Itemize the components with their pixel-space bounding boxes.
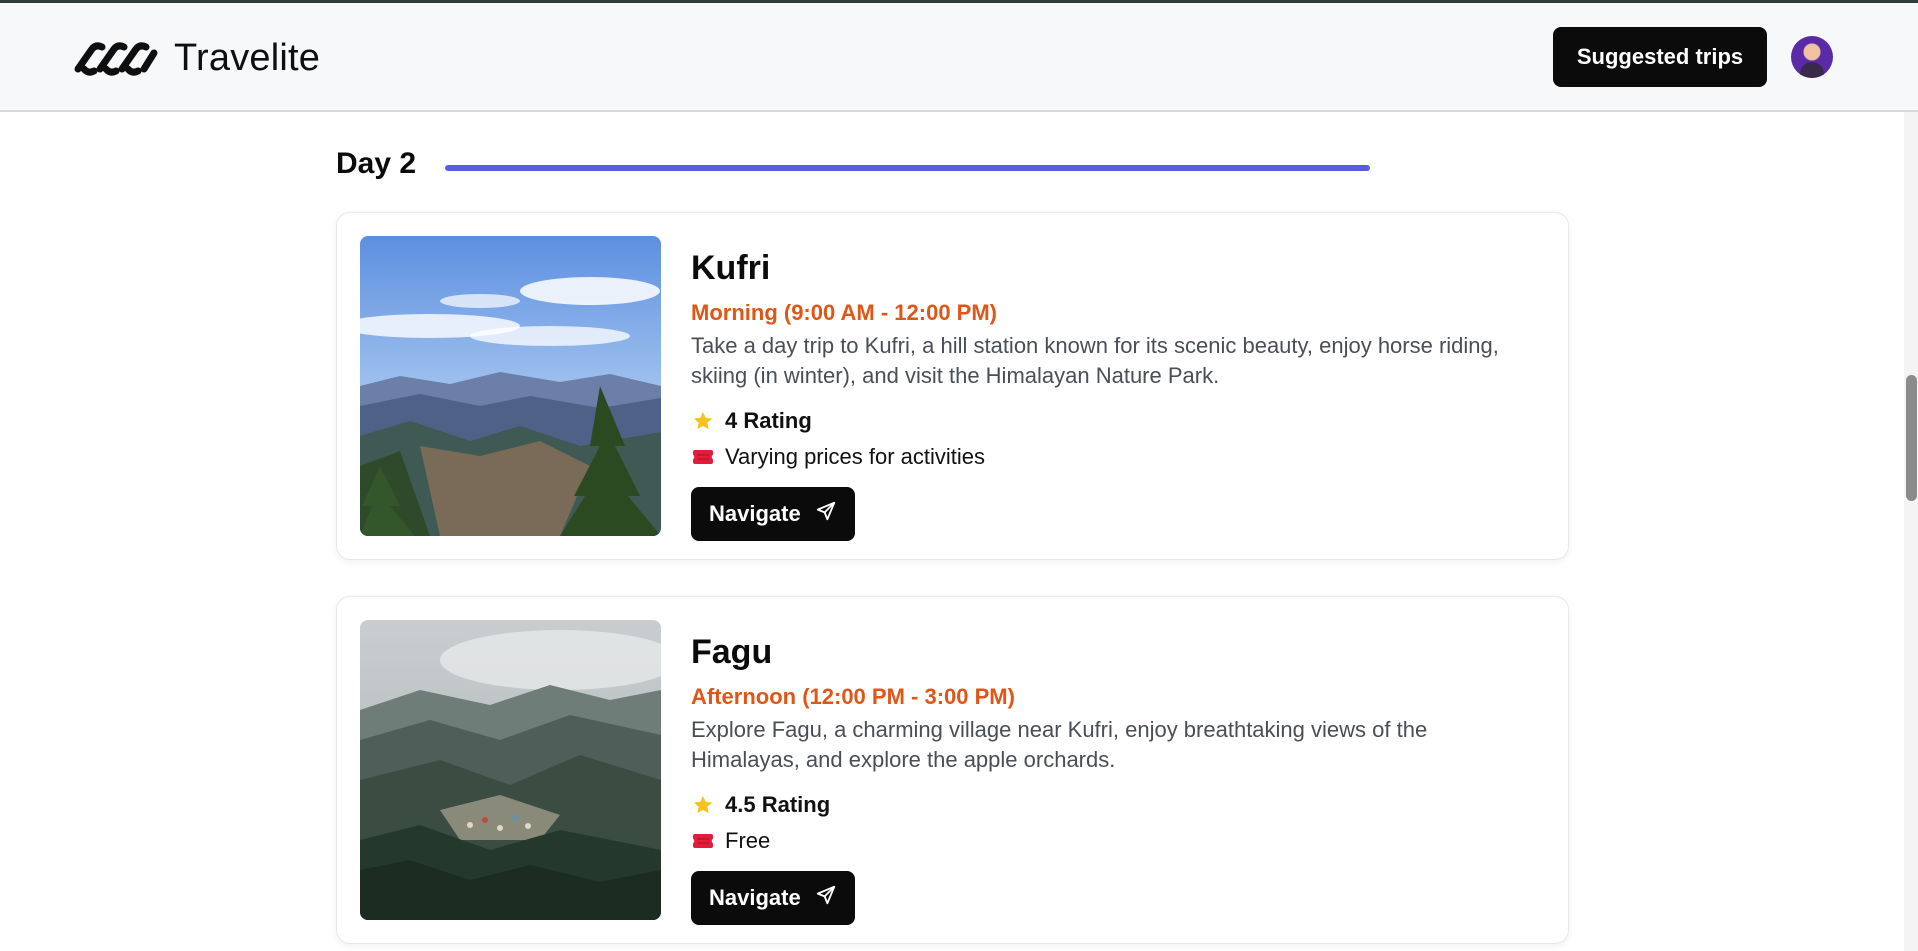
price-row: Varying prices for activities [691, 439, 1511, 475]
price-text: Free [725, 828, 771, 853]
star-icon [691, 409, 715, 433]
rating-text: 4 Rating [725, 408, 812, 433]
time-slot: Morning (9:00 AM - 12:00 PM) [691, 300, 997, 325]
place-name: Kufri [691, 249, 771, 287]
place-image [360, 620, 661, 920]
navigate-label: Navigate [709, 501, 801, 526]
brand-logo[interactable]: Travelite [70, 37, 320, 80]
brand-name: Travelite [174, 37, 321, 79]
price-row: Free [691, 823, 1511, 859]
navigate-label: Navigate [709, 885, 801, 910]
user-avatar[interactable] [1791, 36, 1833, 78]
place-description: Take a day trip to Kufri, a hill station… [691, 333, 1499, 388]
ticket-icon [691, 829, 715, 853]
scrollbar-track[interactable] [1904, 112, 1918, 951]
send-arrow-icon [815, 500, 837, 528]
app-header: Travelite Suggested trips [0, 3, 1918, 112]
day-heading: Day 2 [336, 147, 416, 181]
rating-row: 4 Rating [691, 403, 1511, 439]
day-divider-line [445, 165, 1370, 171]
scrollbar-thumb[interactable] [1906, 375, 1917, 501]
suggested-trips-button[interactable]: Suggested trips [1553, 27, 1767, 87]
rating-text: 4.5 Rating [725, 792, 831, 817]
day-title: Day 2 [336, 147, 417, 180]
place-description: Explore Fagu, a charming village near Ku… [691, 717, 1428, 772]
infinity-links-logo-icon [70, 39, 162, 79]
price-text: Varying prices for activities [725, 444, 986, 469]
place-details: Fagu Afternoon (12:00 PM - 3:00 PM) Expl… [691, 633, 1511, 925]
navigate-button[interactable]: Navigate [691, 871, 855, 925]
time-slot: Afternoon (12:00 PM - 3:00 PM) [691, 684, 1015, 709]
navigate-button[interactable]: Navigate [691, 487, 855, 541]
star-icon [691, 793, 715, 817]
rating-row: 4.5 Rating [691, 787, 1511, 823]
ticket-icon [691, 445, 715, 469]
send-arrow-icon [815, 884, 837, 912]
place-details: Kufri Morning (9:00 AM - 12:00 PM) Take … [691, 249, 1511, 541]
place-card: Kufri Morning (9:00 AM - 12:00 PM) Take … [336, 212, 1569, 560]
place-name: Fagu [691, 633, 773, 671]
place-image [360, 236, 661, 536]
place-card: Fagu Afternoon (12:00 PM - 3:00 PM) Expl… [336, 596, 1569, 944]
